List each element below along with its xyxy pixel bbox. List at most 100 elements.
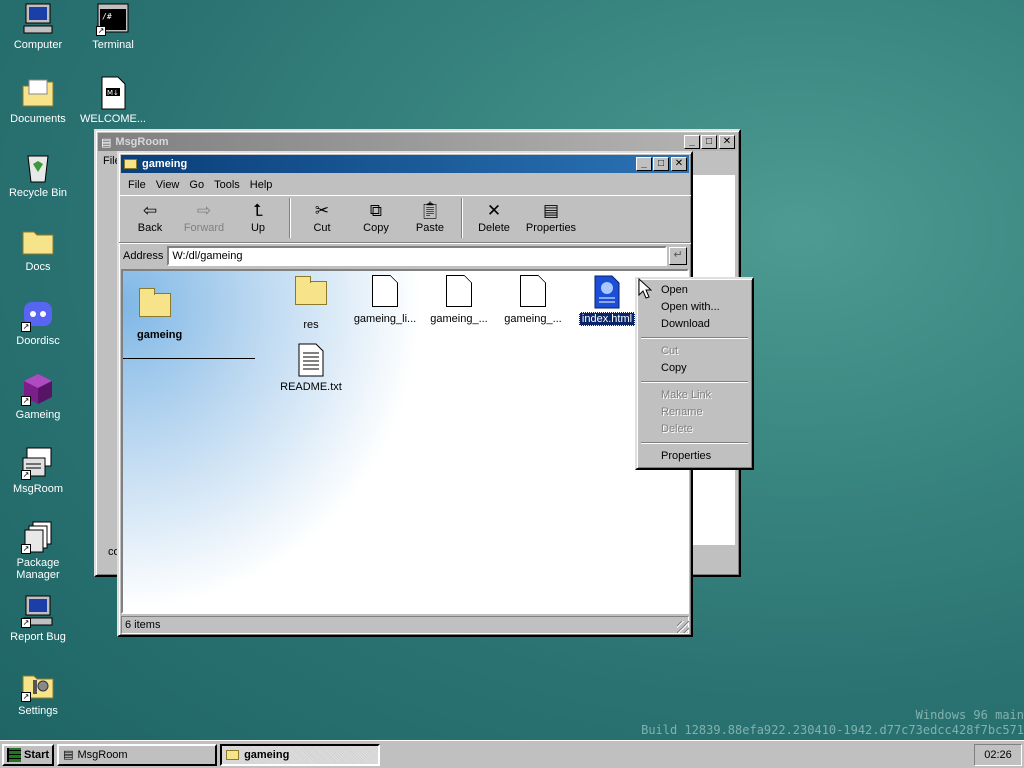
minimize-button[interactable]: _ [636, 157, 652, 171]
task-button-gameing[interactable]: gameing [220, 743, 381, 766]
desktop-icon-computer[interactable]: Computer [0, 2, 76, 51]
properties-button[interactable]: ▤ Properties [521, 198, 581, 234]
menu-tools[interactable]: Tools [209, 179, 245, 191]
svg-text:M↓: M↓ [107, 89, 119, 97]
file-item-res[interactable]: res [273, 275, 349, 331]
markdown-file-icon: M↓ [96, 76, 130, 110]
mouse-cursor-icon [638, 277, 653, 303]
desktop-icon-package-manager[interactable]: ↗ Package Manager [0, 520, 76, 581]
sidebar-divider [123, 358, 255, 359]
go-arrow-icon[interactable]: ↵ [669, 246, 687, 265]
desktop-icon-label: Recycle Bin [8, 187, 68, 199]
sidebar-folder-name: gameing [137, 329, 183, 341]
file-icon [446, 275, 472, 307]
file-name: gameing_... [504, 313, 562, 325]
folder-icon [226, 749, 240, 760]
desktop-icon-doordisc[interactable]: ↗ Doordisc [0, 298, 76, 347]
menu-file[interactable]: File [123, 179, 151, 191]
desktop-icon-recycle-bin[interactable]: Recycle Bin [0, 150, 76, 199]
forward-label: Forward [183, 222, 225, 234]
desktop-icon-docs[interactable]: Docs [0, 224, 76, 273]
paste-button[interactable]: 📋︎ Paste [403, 198, 457, 234]
file-icon [372, 275, 398, 307]
desktop-icon-label: Docs [25, 261, 51, 273]
ctx-delete[interactable]: Delete [639, 421, 750, 438]
menu-separator [641, 381, 748, 383]
up-label: Up [250, 222, 266, 234]
address-input[interactable] [167, 245, 667, 266]
minimize-button[interactable]: _ [684, 135, 700, 149]
explorer-window[interactable]: gameing _ □ ✕ File View Go Tools Help ⇦ B… [117, 151, 693, 637]
recycle-bin-icon [21, 150, 55, 184]
start-button[interactable]: Start [2, 743, 55, 766]
file-item[interactable]: gameing_... [421, 275, 497, 325]
ctx-cut[interactable]: Cut [639, 343, 750, 360]
desktop-icon-msgroom[interactable]: ↗ MsgRoom [0, 446, 76, 495]
explorer-titlebar[interactable]: gameing _ □ ✕ [121, 155, 689, 173]
ctx-download[interactable]: Download [639, 316, 750, 333]
maximize-button[interactable]: □ [701, 135, 717, 149]
cut-button[interactable]: ✂ Cut [295, 198, 349, 234]
forward-arrow-icon: ⇨ [196, 201, 212, 220]
taskbar: Start ▤ MsgRoom gameing 02:26 [0, 740, 1024, 768]
desktop-icon-gameing[interactable]: ↗ Gameing [0, 372, 76, 421]
task-label: gameing [244, 748, 290, 761]
up-button[interactable]: ⮤ Up [231, 198, 285, 234]
status-text: 6 items [125, 619, 161, 631]
desktop-icon-label: Package Manager [16, 557, 60, 581]
desktop-icon-terminal[interactable]: /# ↗ Terminal [75, 2, 151, 51]
paste-label: Paste [415, 222, 445, 234]
clipboard-icon: 📋︎ [419, 201, 441, 220]
menu-separator [641, 442, 748, 444]
ctx-make-link[interactable]: Make Link [639, 387, 750, 404]
copy-button[interactable]: ⧉ Copy [349, 198, 403, 234]
menu-separator [641, 337, 748, 339]
ctx-properties[interactable]: Properties [639, 448, 750, 465]
status-bar: 6 items [121, 616, 689, 634]
folder-icon [124, 159, 137, 169]
text-file-icon [295, 343, 327, 377]
delete-button[interactable]: ✕ Delete [467, 198, 521, 234]
html-file-icon [591, 275, 623, 309]
taskbar-clock[interactable]: 02:26 [974, 743, 1022, 766]
file-item[interactable]: gameing_li... [347, 275, 423, 325]
close-button[interactable]: ✕ [671, 157, 687, 171]
explorer-menubar: File View Go Tools Help [119, 175, 691, 195]
ctx-open-with[interactable]: Open with... [639, 299, 750, 316]
explorer-title: gameing [142, 158, 188, 170]
maximize-button[interactable]: □ [653, 157, 669, 171]
ctx-copy[interactable]: Copy [639, 360, 750, 377]
back-button[interactable]: ⇦ Back [123, 198, 177, 234]
menu-help[interactable]: Help [245, 179, 278, 191]
file-item-readme[interactable]: README.txt [273, 343, 349, 393]
resize-grip[interactable] [677, 621, 689, 633]
desktop-icon-welcome[interactable]: M↓ WELCOME... [75, 76, 151, 125]
file-name-selected: index.html [578, 312, 636, 326]
menu-view[interactable]: View [151, 179, 185, 191]
desktop-icon-documents[interactable]: Documents [0, 76, 76, 125]
folder-icon [139, 288, 171, 317]
forward-button[interactable]: ⇨ Forward [177, 198, 231, 234]
delete-label: Delete [478, 222, 510, 234]
file-item[interactable]: gameing_... [495, 275, 571, 325]
toolbar-separator [289, 198, 291, 238]
desktop-icon-report-bug[interactable]: ↗ Report Bug [0, 594, 76, 643]
start-label: Start [24, 748, 50, 761]
context-menu: Open Open with... Download Cut Copy Make… [635, 277, 754, 470]
file-view[interactable]: gameing res gameing_li... gameing_... ga… [121, 269, 689, 614]
desktop-icon-label: Terminal [92, 39, 134, 51]
ctx-rename[interactable]: Rename [639, 404, 750, 421]
desktop-icon-label: WELCOME... [79, 113, 146, 125]
svg-text:/#: /# [102, 12, 112, 21]
desktop-icon-settings[interactable]: ↗ Settings [0, 668, 76, 717]
copy-icon: ⧉ [369, 201, 383, 220]
ctx-open[interactable]: Open [639, 282, 750, 299]
close-button[interactable]: ✕ [719, 135, 735, 149]
msgroom-titlebar[interactable]: ▤ MsgRoom _ □ ✕ [98, 133, 737, 151]
computer-icon [21, 2, 55, 36]
delete-x-icon: ✕ [486, 201, 502, 220]
task-button-msgroom[interactable]: ▤ MsgRoom [57, 743, 218, 766]
file-item-index-html[interactable]: index.html [569, 275, 645, 326]
menu-go[interactable]: Go [184, 179, 209, 191]
msgroom-task-icon: ▤ [63, 749, 74, 761]
